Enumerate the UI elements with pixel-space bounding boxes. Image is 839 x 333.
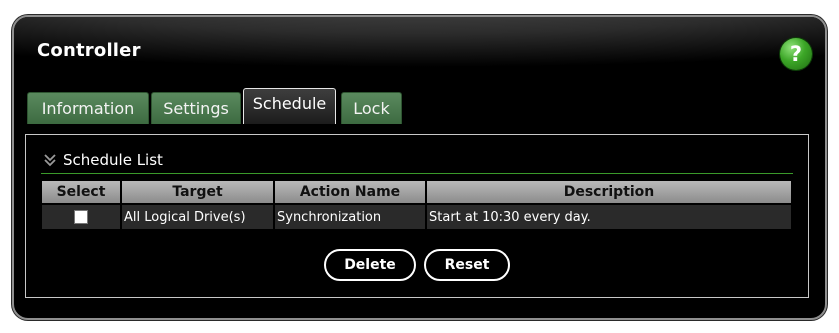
column-header-select: Select	[40, 179, 122, 205]
column-header-action-name: Action Name	[273, 179, 427, 205]
table-header-row: Select Target Action Name Description	[40, 179, 793, 205]
tab-lock[interactable]: Lock	[341, 92, 402, 124]
row-select-checkbox[interactable]	[74, 210, 88, 224]
help-button[interactable]: ?	[780, 38, 812, 70]
cell-action-name: Synchronization	[273, 203, 427, 231]
help-icon: ?	[789, 42, 803, 66]
column-header-description: Description	[425, 179, 793, 205]
section-header[interactable]: Schedule List	[43, 151, 163, 169]
double-chevron-down-icon	[44, 154, 56, 167]
cell-target: All Logical Drive(s)	[120, 203, 275, 231]
tab-settings[interactable]: Settings	[151, 92, 241, 124]
reset-button[interactable]: Reset	[424, 249, 510, 281]
tab-information[interactable]: Information	[27, 92, 149, 124]
delete-button[interactable]: Delete	[324, 249, 416, 281]
tab-label: Schedule	[252, 94, 327, 113]
tab-label: Settings	[163, 99, 229, 118]
schedule-content: Schedule List Select Target Action Name …	[25, 134, 809, 298]
tab-label: Information	[41, 99, 135, 118]
schedule-table: Select Target Action Name Description Al…	[40, 179, 793, 231]
tab-schedule[interactable]: Schedule	[243, 88, 336, 124]
section-title: Schedule List	[63, 151, 163, 169]
column-header-target: Target	[120, 179, 275, 205]
controller-panel: Controller ? Information Settings Schedu…	[12, 15, 827, 320]
cell-description: Start at 10:30 every day.	[425, 203, 793, 231]
cell-select	[40, 203, 122, 231]
table-row: All Logical Drive(s) Synchronization Sta…	[40, 203, 793, 231]
action-buttons: Delete Reset	[26, 249, 808, 281]
page-title: Controller	[37, 40, 141, 61]
tab-label: Lock	[353, 99, 390, 118]
section-divider	[41, 173, 793, 174]
